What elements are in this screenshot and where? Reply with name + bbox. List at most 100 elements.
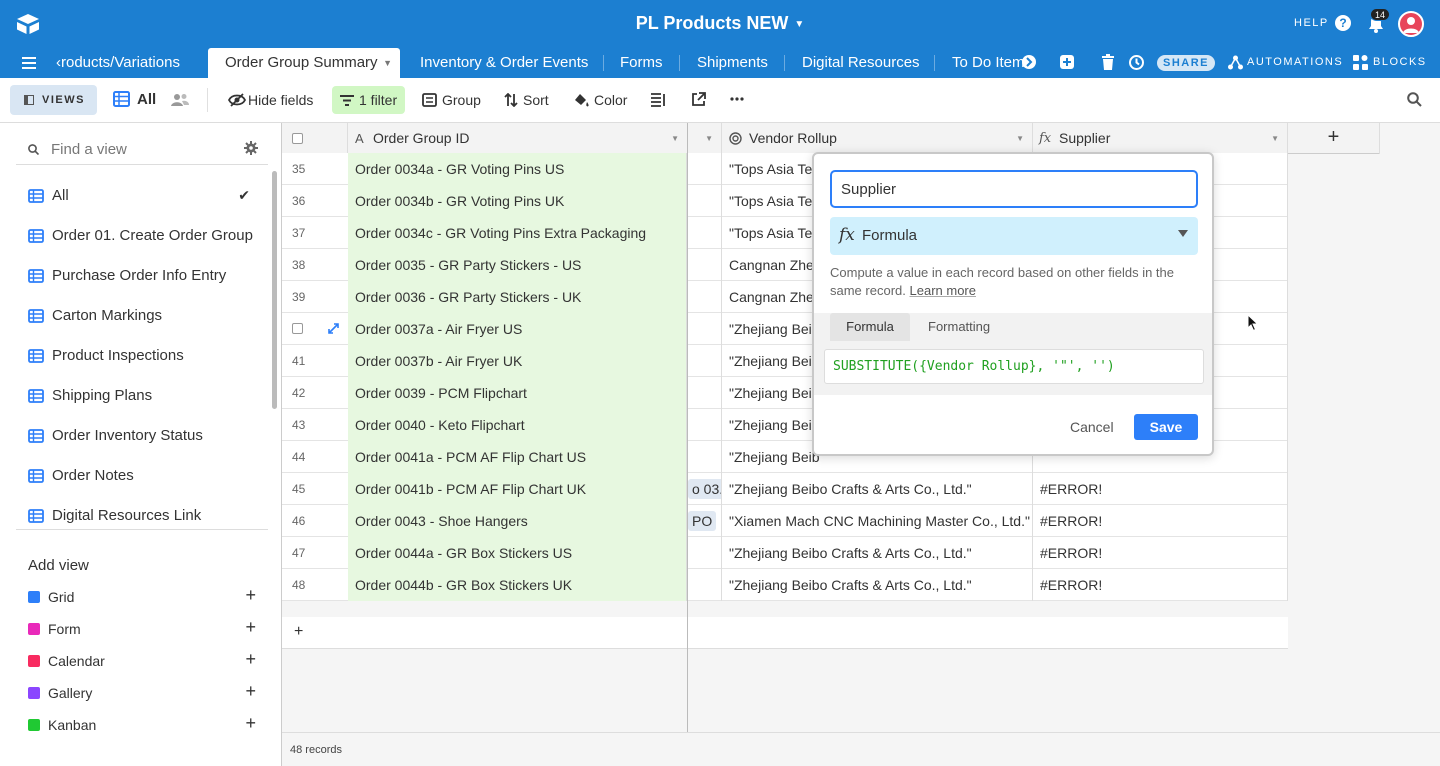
partial-cell[interactable] [688,377,722,409]
sidebar-view-item[interactable]: Digital Resources Link [16,496,264,536]
supplier-cell[interactable]: #ERROR! [1033,473,1288,505]
select-all-checkbox[interactable] [292,133,303,144]
sidebar-view-item[interactable]: All ✔ [16,176,264,216]
user-avatar[interactable] [1398,11,1424,37]
chevron-down-icon[interactable]: ▼ [383,48,392,78]
tab-inventory-order-events[interactable]: Inventory & Order Events [420,48,588,78]
order-group-id-cell[interactable]: Order 0044a - GR Box Stickers US [348,537,687,569]
row-number-cell[interactable] [282,313,348,345]
add-table-icon[interactable] [1059,54,1075,70]
order-group-id-cell[interactable]: Order 0041a - PCM AF Flip Chart US [348,441,687,473]
automations-button[interactable]: AUTOMATIONS [1247,56,1343,68]
save-button[interactable]: Save [1134,414,1198,440]
tab-formatting[interactable]: Formatting [912,313,1006,341]
gear-icon[interactable] [244,141,258,155]
hide-fields-button[interactable]: Hide fields [248,92,313,108]
row-number-cell[interactable]: 42 [282,377,348,409]
order-group-id-cell[interactable]: Order 0037a - Air Fryer US [348,313,687,345]
share-button[interactable]: SHARE [1157,55,1215,71]
tab-to-do-items[interactable]: To Do Item [952,48,1024,78]
sidebar-scrollbar[interactable] [272,171,277,409]
sidebar-view-item[interactable]: Shipping Plans [16,376,264,416]
partial-cell[interactable] [688,569,722,601]
chevron-down-icon[interactable]: ▼ [705,123,713,154]
vendor-rollup-cell[interactable]: "Zhejiang Beibo Crafts & Arts Co., Ltd." [722,569,1033,601]
row-number-cell[interactable]: 38 [282,249,348,281]
row-checkbox[interactable] [292,323,303,334]
base-title-button[interactable]: PL Products NEW ▼ [636,13,805,33]
linked-record-chip[interactable]: PO [688,511,717,531]
add-view-grid[interactable]: Grid + [28,582,264,614]
add-record-button[interactable]: + [282,617,1288,649]
order-group-id-cell[interactable]: Order 0034c - GR Voting Pins Extra Packa… [348,217,687,249]
chevron-down-icon[interactable]: ▼ [1271,123,1279,154]
field-name-input[interactable] [830,170,1198,208]
sidebar-view-item[interactable]: Order Inventory Status [16,416,264,456]
group-button[interactable]: Group [442,92,481,108]
vendor-rollup-cell[interactable]: "Zhejiang Beibo Crafts & Arts Co., Ltd." [722,537,1033,569]
sidebar-view-item[interactable]: Order Notes [16,456,264,496]
partial-cell[interactable] [688,409,722,441]
partial-cell[interactable] [688,185,722,217]
column-header-vendor-rollup[interactable]: Vendor Rollup ▼ [722,123,1033,154]
supplier-cell[interactable]: #ERROR! [1033,505,1288,537]
automations-icon[interactable] [1228,55,1243,70]
row-number-cell[interactable]: 48 [282,569,348,601]
row-number-cell[interactable]: 41 [282,345,348,377]
sidebar-view-item[interactable]: Purchase Order Info Entry [16,256,264,296]
share-view-icon[interactable] [691,92,706,107]
partial-cell[interactable] [688,153,722,185]
current-view-name[interactable]: All [137,91,156,108]
tab-shipments[interactable]: Shipments [697,48,768,78]
partial-cell[interactable] [688,345,722,377]
row-number-cell[interactable]: 45 [282,473,348,505]
history-icon[interactable] [1128,54,1145,71]
scroll-tabs-right-icon[interactable] [1022,55,1036,69]
partial-cell[interactable] [688,441,722,473]
sidebar-view-item[interactable]: Product Inspections [16,336,264,376]
color-button[interactable]: Color [594,92,627,108]
add-view-calendar[interactable]: Calendar + [28,646,264,678]
order-group-id-cell[interactable]: Order 0034a - GR Voting Pins US [348,153,687,185]
airtable-logo-icon[interactable] [14,12,42,36]
filter-button[interactable]: 1 filter [332,86,405,114]
row-number-cell[interactable]: 39 [282,281,348,313]
plus-icon[interactable]: + [245,681,256,702]
order-group-id-cell[interactable]: Order 0041b - PCM AF Flip Chart UK [348,473,687,505]
add-view-gallery[interactable]: Gallery + [28,678,264,710]
blocks-button[interactable]: BLOCKS [1373,56,1427,68]
formula-input[interactable]: SUBSTITUTE({Vendor Rollup}, '"', '') [824,349,1204,384]
row-number-cell[interactable]: 46 [282,505,348,537]
partial-cell[interactable] [688,249,722,281]
chevron-down-icon[interactable]: ▼ [671,123,679,154]
add-view-kanban[interactable]: Kanban + [28,710,264,742]
tab-order-group-summary[interactable]: Order Group Summary ▼ [208,48,400,78]
order-group-id-cell[interactable]: Order 0044b - GR Box Stickers UK [348,569,687,601]
more-options-icon[interactable] [730,97,744,101]
table-row[interactable]: 47 Order 0044a - GR Box Stickers US "Zheji… [282,537,1288,569]
partial-cell[interactable]: o 03. [688,473,722,505]
order-group-id-cell[interactable]: Order 0043 - Shoe Hangers [348,505,687,537]
expand-record-icon[interactable] [328,323,339,334]
frozen-column-divider[interactable] [687,123,688,766]
order-group-id-cell[interactable]: Order 0035 - GR Party Stickers - US [348,249,687,281]
vendor-rollup-cell[interactable]: "Zhejiang Beibo Crafts & Arts Co., Ltd." [722,473,1033,505]
hamburger-menu-icon[interactable] [22,57,36,69]
partial-cell[interactable] [688,537,722,569]
add-view-form[interactable]: Form + [28,614,264,646]
tab-products-variations[interactable]: ‹roducts/Variations [56,48,199,78]
plus-icon[interactable]: + [245,649,256,670]
partial-cell[interactable] [688,313,722,345]
order-group-id-cell[interactable]: Order 0040 - Keto Flipchart [348,409,687,441]
trash-icon[interactable] [1101,54,1115,70]
tab-formula[interactable]: Formula [830,313,910,341]
row-height-icon[interactable] [651,93,666,107]
supplier-cell[interactable]: #ERROR! [1033,569,1288,601]
column-header-supplier[interactable]: fx Supplier ▼ [1033,123,1288,154]
help-link[interactable]: HELP [1294,17,1329,29]
supplier-cell[interactable]: #ERROR! [1033,537,1288,569]
order-group-id-cell[interactable]: Order 0036 - GR Party Stickers - UK [348,281,687,313]
row-number-cell[interactable]: 47 [282,537,348,569]
field-type-select[interactable]: fx Formula [830,217,1198,255]
plus-icon[interactable]: + [245,713,256,734]
